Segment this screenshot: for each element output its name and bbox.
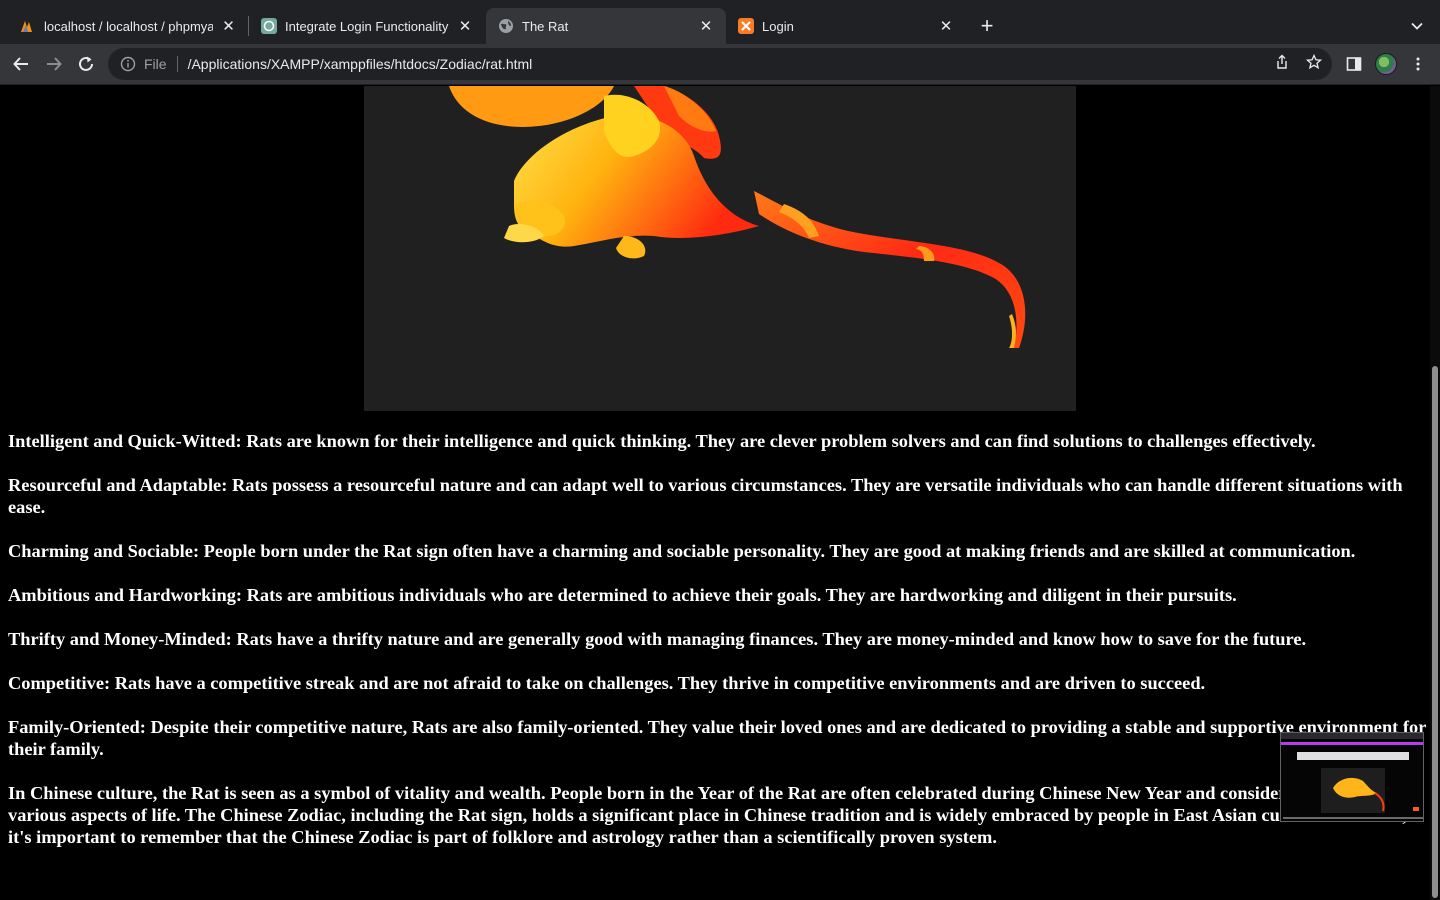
url-divider: [176, 56, 178, 72]
chevron-down-icon: [1411, 22, 1423, 30]
trait-paragraph: Thrifty and Money-Minded: Rats have a th…: [8, 629, 1307, 649]
tab-chatgpt[interactable]: Integrate Login Functionality ✕: [249, 8, 485, 44]
phpmyadmin-icon: [20, 18, 36, 34]
share-icon: [1277, 54, 1287, 69]
url-text[interactable]: /Applications/XAMPP/xamppfiles/htdocs/Zo…: [188, 56, 533, 72]
tab-title: Login: [762, 18, 794, 34]
new-tab-button[interactable]: +: [974, 13, 1000, 39]
screenshot-preview-thumbnail[interactable]: [1280, 732, 1424, 822]
arrow-left-icon: [13, 57, 28, 71]
close-icon[interactable]: ✕: [936, 16, 956, 36]
browser-toolbar: File /Applications/XAMPP/xamppfiles/htdo…: [0, 44, 1440, 85]
url-scheme-label: File: [144, 56, 167, 72]
xampp-icon: [738, 18, 754, 34]
back-button[interactable]: [7, 50, 35, 78]
tab-title: The Rat: [522, 18, 569, 34]
preview-image: [1281, 733, 1423, 821]
side-panel-button[interactable]: [1342, 52, 1366, 76]
chatgpt-icon: [261, 18, 277, 34]
bookmark-button[interactable]: [1304, 52, 1324, 72]
arrow-right-icon: [47, 57, 62, 71]
tab-phpmyadmin[interactable]: localhost / localhost / phpmyad ✕: [8, 8, 248, 44]
close-icon[interactable]: ✕: [455, 16, 475, 36]
scrollbar-thumb[interactable]: [1432, 366, 1438, 898]
share-button[interactable]: [1272, 52, 1292, 72]
tab-the-rat[interactable]: The Rat ✕: [486, 8, 726, 44]
rat-image: [364, 86, 1076, 411]
tab-search-button[interactable]: [1404, 13, 1430, 39]
trait-paragraph: Intelligent and Quick-Witted: Rats are k…: [8, 431, 1316, 451]
reload-button[interactable]: [72, 50, 100, 78]
trait-paragraph: Resourceful and Adaptable: Rats possess …: [8, 475, 1403, 517]
close-icon[interactable]: ✕: [696, 16, 716, 36]
reload-icon: [79, 56, 93, 71]
tab-login[interactable]: Login ✕: [726, 8, 966, 44]
rat-traits-article: Intelligent and Quick-Witted: Rats are k…: [8, 430, 1428, 870]
menu-button[interactable]: [1406, 52, 1430, 76]
trait-paragraph: Competitive: Rats have a competitive str…: [8, 673, 1206, 693]
page-viewport: Intelligent and Quick-Witted: Rats are k…: [0, 86, 1440, 900]
trait-paragraph: Family-Oriented: Despite their competiti…: [8, 717, 1427, 759]
tab-strip: localhost / localhost / phpmyad ✕ Integr…: [0, 0, 1440, 44]
info-icon[interactable]: [120, 56, 136, 72]
trait-paragraph: Charming and Sociable: People born under…: [8, 541, 1356, 561]
address-bar[interactable]: File /Applications/XAMPP/xamppfiles/htdo…: [108, 48, 1332, 80]
more-vert-icon: [1416, 57, 1420, 71]
side-panel-icon: [1346, 57, 1362, 71]
rat-illustration: [449, 86, 1026, 348]
close-icon[interactable]: ✕: [219, 16, 238, 36]
trait-paragraph: Ambitious and Hardworking: Rats are ambi…: [8, 585, 1237, 605]
star-icon: [1306, 54, 1322, 70]
forward-button[interactable]: [40, 50, 68, 78]
tab-title: Integrate Login Functionality: [285, 18, 449, 34]
profile-avatar[interactable]: [1375, 53, 1397, 75]
culture-paragraph: In Chinese culture, the Rat is seen as a…: [8, 783, 1407, 847]
globe-icon: [498, 18, 514, 34]
tab-title: localhost / localhost / phpmyad: [44, 18, 213, 34]
